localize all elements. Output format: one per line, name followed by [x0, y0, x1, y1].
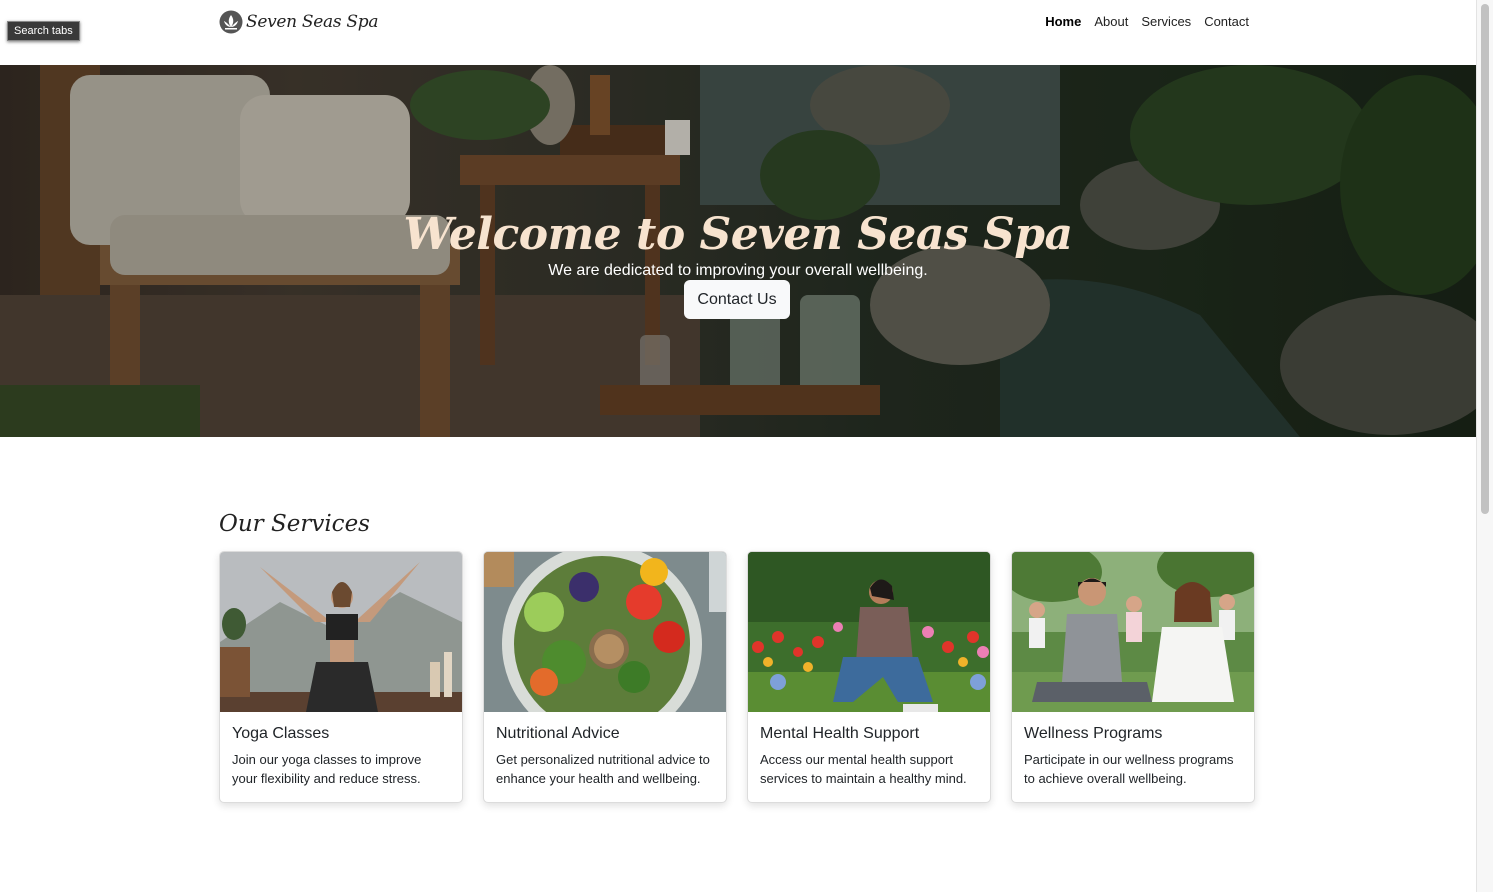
card-text: Access our mental health support service…	[760, 752, 967, 786]
nav-link-home[interactable]: Home	[1045, 14, 1081, 29]
search-tabs-tooltip: Search tabs	[7, 21, 80, 41]
card-title: Nutritional Advice	[496, 725, 620, 742]
salad-bowl-photo	[484, 552, 726, 712]
nav-link-services[interactable]: Services	[1141, 14, 1191, 29]
brand-name: Seven Seas Spa	[246, 12, 379, 32]
card-text: Get personalized nutritional advice to e…	[496, 752, 710, 786]
page-scrollbar[interactable]	[1476, 0, 1493, 892]
hero-section: Welcome to Seven Seas Spa We are dedicat…	[0, 65, 1476, 437]
nav-link-about[interactable]: About	[1094, 14, 1128, 29]
group-meditation-photo	[1012, 552, 1254, 712]
yoga-photo	[220, 552, 462, 712]
nav-link-contact[interactable]: Contact	[1204, 14, 1249, 29]
service-card-wellness[interactable]: Wellness Programs Participate in our wel…	[1011, 551, 1255, 803]
service-card-yoga[interactable]: Yoga Classes Join our yoga classes to im…	[219, 551, 463, 803]
lotus-logo-icon	[219, 10, 243, 34]
service-card-mental-health[interactable]: Mental Health Support Access our mental …	[747, 551, 991, 803]
hero-title: Welcome to Seven Seas Spa	[403, 209, 1073, 261]
card-title: Wellness Programs	[1024, 725, 1163, 742]
brand-link[interactable]: Seven Seas Spa	[219, 10, 378, 34]
card-title: Yoga Classes	[232, 725, 330, 742]
card-text: Join our yoga classes to improve your fl…	[232, 752, 422, 786]
services-heading: Our Services	[219, 511, 370, 537]
navbar: Seven Seas Spa Home About Services Conta…	[0, 0, 1476, 65]
scrollbar-thumb[interactable]	[1481, 4, 1489, 514]
garden-relaxing-photo	[748, 552, 990, 712]
nav-links: Home About Services Contact	[1045, 14, 1249, 29]
card-title: Mental Health Support	[760, 725, 920, 742]
hero-subtitle: We are dedicated to improving your overa…	[548, 262, 928, 279]
contact-us-button[interactable]: Contact Us	[684, 280, 790, 319]
service-card-nutrition[interactable]: Nutritional Advice Get personalized nutr…	[483, 551, 727, 803]
card-text: Participate in our wellness programs to …	[1024, 752, 1234, 786]
